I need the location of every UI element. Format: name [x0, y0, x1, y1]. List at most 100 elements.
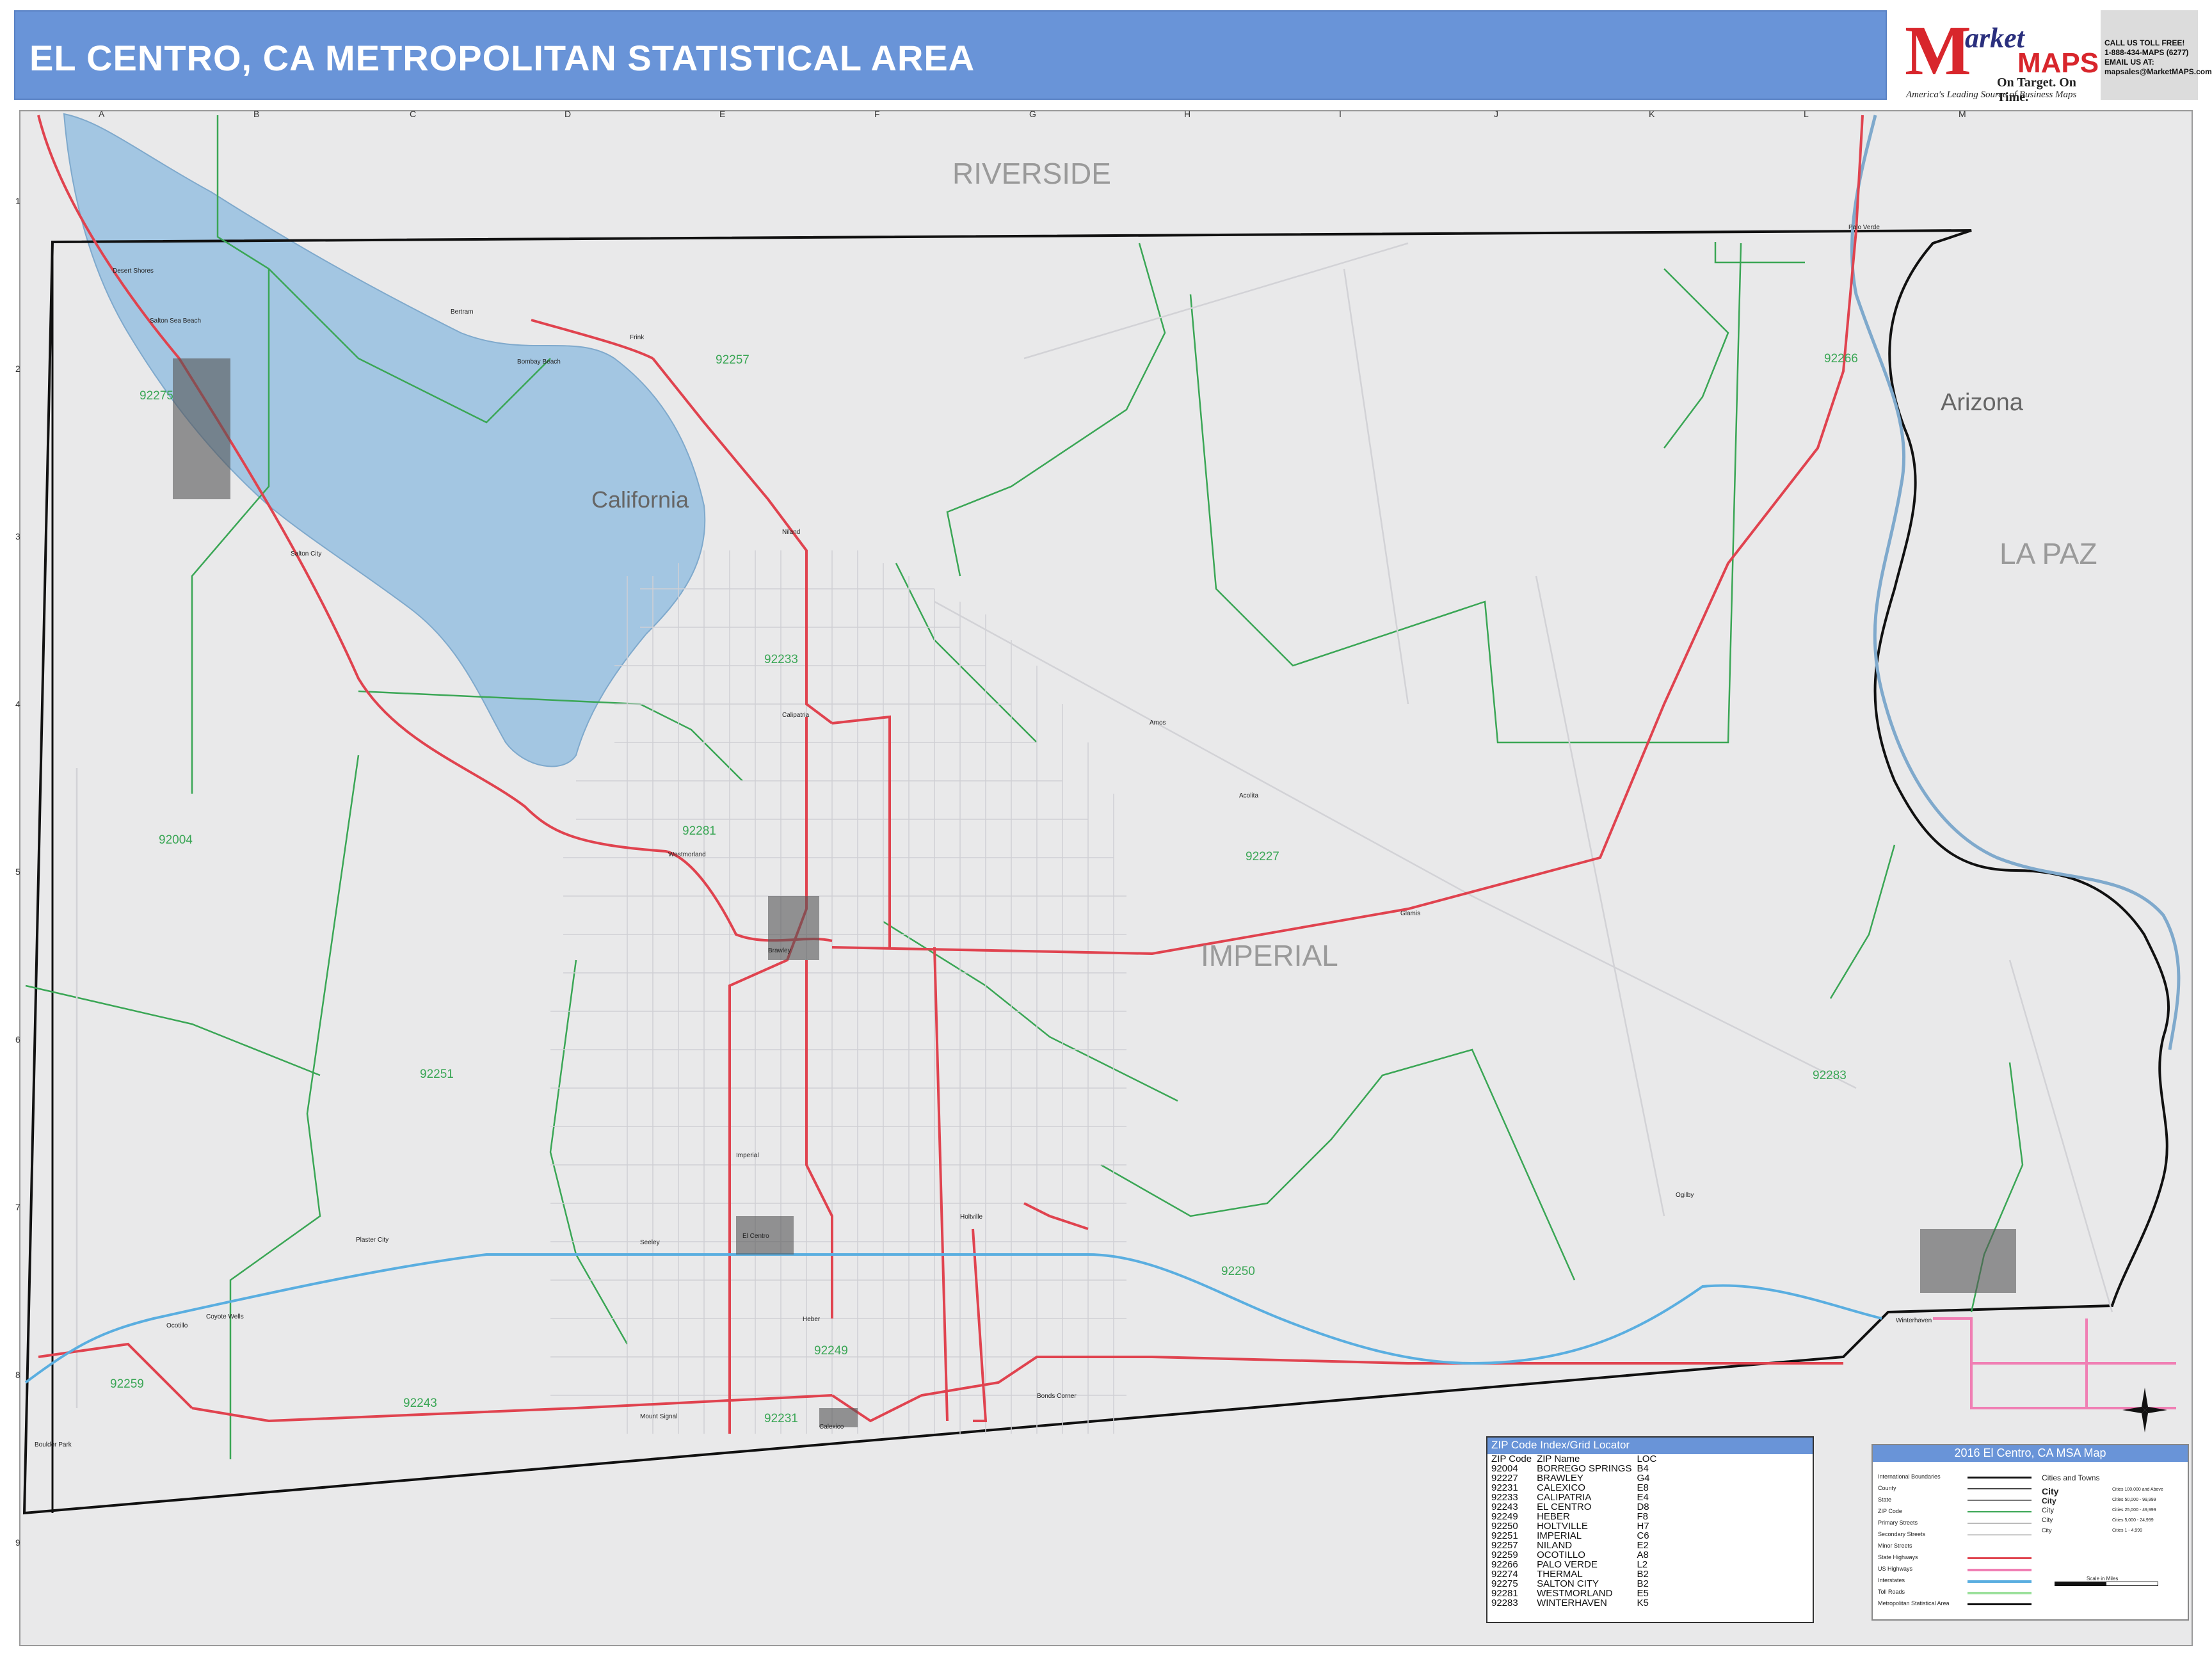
loc-cell: B2	[1637, 1578, 1649, 1589]
zip-cell: 92283	[1491, 1598, 1518, 1608]
legend-item: Secondary Streets	[1878, 1531, 2038, 1543]
place-label: Winterhaven	[1896, 1317, 1932, 1324]
loc-cell: E2	[1637, 1540, 1649, 1551]
grid-row-8: 8	[15, 1370, 20, 1380]
grid-col-i: I	[1339, 109, 1342, 119]
city-class: City	[2042, 1507, 2054, 1514]
table-row: 92274 THERMAL B2	[1491, 1569, 1662, 1579]
name-cell: WINTERHAVEN	[1537, 1598, 1607, 1608]
table-row: 92275 SALTON CITY B2	[1491, 1579, 1662, 1589]
legend-item: Toll Roads	[1878, 1589, 2038, 1600]
legend-swatch	[1968, 1511, 2032, 1512]
zip-label: 92251	[420, 1068, 454, 1081]
zip-code-index: ZIP Code Index/Grid Locator ZIP Code ZIP …	[1486, 1436, 1814, 1623]
city-class: City	[2042, 1517, 2053, 1524]
city-class: City	[2042, 1527, 2052, 1534]
place-label: Holtville	[960, 1214, 983, 1221]
grid-row-1: 1	[15, 196, 20, 206]
legend-item: Minor Streets	[1878, 1543, 2038, 1554]
name-cell: NILAND	[1537, 1540, 1573, 1551]
city-range: Cities 1 - 4,999	[2112, 1528, 2143, 1533]
place-label: Boulder Park	[35, 1441, 72, 1448]
city-class: City	[2042, 1496, 2056, 1505]
grid-row-9: 9	[15, 1537, 20, 1548]
table-row: 92227 BRAWLEY G4	[1491, 1473, 1662, 1483]
grid-col-f: F	[874, 109, 880, 119]
table-row: 92004 BORREGO SPRINGS B4	[1491, 1464, 1662, 1473]
city-range: Cities 50,000 - 99,999	[2112, 1498, 2156, 1502]
grid-col-c: C	[410, 109, 417, 119]
loc-cell: E4	[1637, 1492, 1649, 1503]
cities-title: Cities and Towns	[2042, 1473, 2100, 1482]
name-cell: THERMAL	[1537, 1569, 1583, 1580]
grid-row-6: 6	[15, 1034, 20, 1045]
name-cell: HEBER	[1537, 1511, 1570, 1522]
grid-row-3: 3	[15, 531, 20, 541]
region-label-imperial: IMPERIAL	[1201, 939, 1338, 972]
city-class: City	[2042, 1486, 2059, 1496]
grid-row-2: 2	[15, 364, 20, 374]
col-header: ZIP Name	[1537, 1454, 1580, 1464]
zip-index-title: ZIP Code Index/Grid Locator	[1487, 1438, 1813, 1454]
place-label: Seeley	[640, 1239, 660, 1246]
colorado-river	[1850, 115, 2181, 1050]
place-label: Acolita	[1239, 792, 1259, 799]
table-row: 92251 IMPERIAL C6	[1491, 1531, 1662, 1541]
legend-label: County	[1878, 1485, 1896, 1491]
place-label: Bombay Beach	[517, 358, 561, 365]
loc-cell: L2	[1637, 1559, 1648, 1570]
legend-label: Minor Streets	[1878, 1543, 1912, 1549]
map-canvas[interactable]	[0, 0, 2212, 1659]
loc-cell: K5	[1637, 1598, 1649, 1608]
loc-cell: B2	[1637, 1569, 1649, 1580]
compass-rose-icon	[2122, 1388, 2167, 1432]
legend-swatch	[1968, 1477, 2032, 1479]
place-label: Coyote Wells	[206, 1313, 244, 1320]
legend-title: 2016 El Centro, CA MSA Map	[1873, 1445, 2188, 1462]
zip-label: 92233	[764, 653, 798, 666]
place-label: Palo Verde	[1848, 224, 1880, 231]
legend-label: International Boundaries	[1878, 1473, 1941, 1480]
place-label: Salton City	[291, 550, 322, 557]
place-label: Desert Shores	[113, 268, 154, 275]
loc-cell: E5	[1637, 1588, 1649, 1599]
grid-row-7: 7	[15, 1202, 20, 1212]
grid-col-e: E	[719, 109, 726, 119]
legend-swatch	[1968, 1569, 2032, 1571]
loc-cell: D8	[1637, 1502, 1649, 1512]
zip-label: 92266	[1824, 352, 1858, 365]
zip-cell: 92243	[1491, 1502, 1518, 1512]
grid-col-j: J	[1494, 109, 1498, 119]
table-row: 92259 OCOTILLO A8	[1491, 1550, 1662, 1560]
legend-item: International Boundaries	[1878, 1473, 2038, 1485]
place-label: Glamis	[1400, 910, 1421, 917]
street-grid	[550, 550, 1126, 1434]
zip-label: 92281	[682, 824, 716, 838]
zip-label: 92243	[403, 1397, 437, 1410]
place-label: Mount Signal	[640, 1413, 678, 1420]
table-row: 92281 WESTMORLAND E5	[1491, 1589, 1662, 1598]
legend-swatch	[1968, 1500, 2032, 1501]
legend-item: Metropolitan Statistical Area	[1878, 1600, 2038, 1612]
place-label: Ocotillo	[166, 1322, 188, 1329]
legend-item: State	[1878, 1496, 2038, 1508]
loc-cell: H7	[1637, 1521, 1649, 1532]
legend-swatch	[1968, 1523, 2032, 1524]
place-label: Plaster City	[356, 1237, 389, 1244]
legend-label: US Highways	[1878, 1566, 1913, 1572]
loc-cell: C6	[1637, 1530, 1649, 1541]
city-range: Cities 25,000 - 49,999	[2112, 1508, 2156, 1512]
legend-swatch	[1968, 1580, 2032, 1583]
zip-cell: 92249	[1491, 1511, 1518, 1522]
zip-label: 92259	[110, 1377, 144, 1391]
zip-label: 92257	[716, 353, 749, 367]
legend-item: Primary Streets	[1878, 1519, 2038, 1531]
place-label: Brawley	[768, 947, 791, 954]
region-label-arizona: Arizona	[1941, 389, 2023, 416]
zip-cell: 92274	[1491, 1569, 1518, 1580]
map-legend: 2016 El Centro, CA MSA Map International…	[1871, 1444, 2189, 1621]
name-cell: WESTMORLAND	[1537, 1588, 1613, 1599]
zip-label: 92004	[159, 833, 193, 847]
legend-label: Secondary Streets	[1878, 1531, 1926, 1537]
region-label-california: California	[591, 486, 689, 513]
